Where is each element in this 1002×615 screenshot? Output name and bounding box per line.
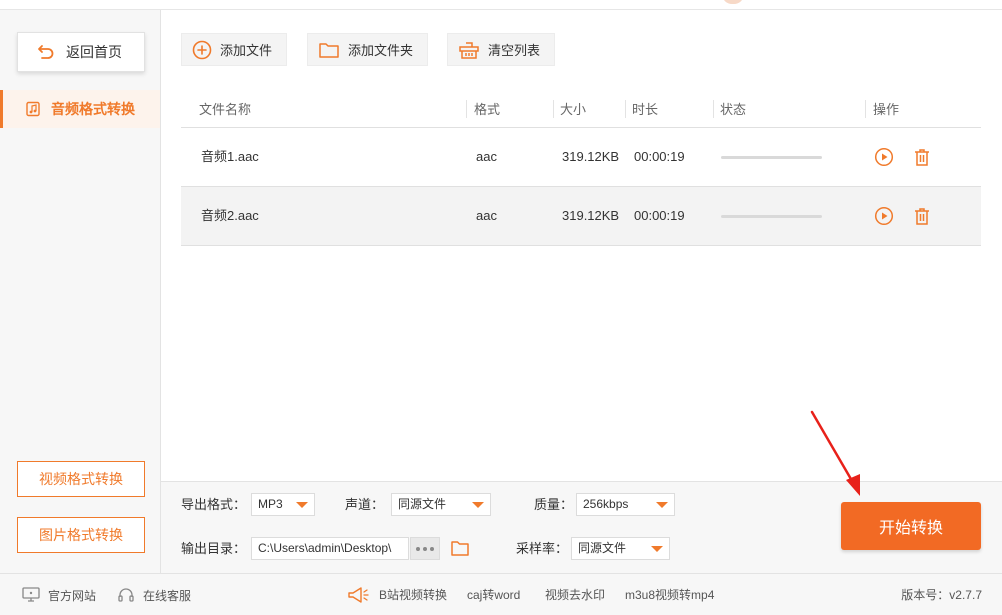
column-header-format: 格式: [474, 102, 501, 117]
file-size: 319.12KB: [562, 149, 620, 164]
promo-link-bilibili[interactable]: B站视频转换: [379, 574, 447, 615]
official-website-link[interactable]: 官方网站: [22, 574, 96, 615]
window-top-edge: [0, 0, 1002, 10]
output-dir-field[interactable]: C:\Users\admin\Desktop\: [251, 537, 409, 560]
table-row[interactable]: 音频1.aac aac 319.12KB 00:00:19: [181, 128, 981, 187]
file-format: aac: [476, 208, 497, 223]
file-name: 音频1.aac: [201, 149, 259, 164]
output-dir-label: 输出目录：: [181, 541, 247, 556]
browse-dir-button[interactable]: [410, 537, 440, 560]
channel-value: 同源文件: [398, 497, 447, 511]
video-convert-button[interactable]: 视频格式转换: [17, 461, 145, 497]
column-header-status: 状态: [720, 102, 747, 117]
image-convert-button[interactable]: 图片格式转换: [17, 517, 145, 553]
chevron-down-icon: [296, 502, 308, 508]
file-duration: 00:00:19: [634, 149, 685, 164]
play-icon[interactable]: [874, 206, 894, 226]
window-top-decoration: [722, 0, 744, 4]
trash-icon[interactable]: [912, 206, 932, 226]
column-divider[interactable]: [713, 100, 714, 118]
clear-list-button[interactable]: 清空列表: [447, 33, 556, 66]
column-divider[interactable]: [625, 100, 626, 118]
chevron-down-icon: [656, 502, 668, 508]
basket-icon: [459, 41, 479, 59]
quality-label: 质量：: [534, 497, 574, 512]
column-divider[interactable]: [466, 100, 467, 118]
sample-rate-value: 同源文件: [578, 541, 627, 555]
add-file-button[interactable]: 添加文件: [181, 33, 288, 66]
online-support-link[interactable]: 在线客服: [117, 574, 191, 615]
clear-list-label: 清空列表: [488, 43, 541, 58]
column-divider[interactable]: [865, 100, 866, 118]
chevron-down-icon: [651, 546, 663, 552]
sidebar-item-audio-convert[interactable]: 音频格式转换: [0, 90, 160, 128]
add-file-label: 添加文件: [220, 43, 273, 58]
monitor-icon: [22, 587, 40, 602]
column-header-name: 文件名称: [199, 102, 252, 117]
file-format: aac: [476, 149, 497, 164]
back-home-label: 返回首页: [66, 44, 122, 60]
channel-select[interactable]: 同源文件: [391, 493, 491, 516]
channel-label: 声道：: [345, 497, 385, 512]
footer-bar: 官方网站 在线客服 B站视频转换 caj转word 视频去水印 m3u8视频转m…: [0, 573, 1002, 615]
dot-icon: [430, 546, 434, 551]
add-folder-label: 添加文件夹: [348, 43, 414, 58]
official-website-label: 官方网站: [48, 588, 97, 603]
promo-link-m3u8[interactable]: m3u8视频转mp4: [625, 574, 714, 615]
online-support-label: 在线客服: [143, 588, 192, 603]
sidebar-item-label: 音频格式转换: [51, 101, 135, 117]
column-header-actions: 操作: [873, 102, 900, 117]
export-format-label: 导出格式：: [181, 497, 247, 512]
table-row[interactable]: 音频2.aac aac 319.12KB 00:00:19: [181, 187, 981, 246]
file-duration: 00:00:19: [634, 208, 685, 223]
export-format-value: MP3: [258, 497, 283, 511]
column-header-size: 大小: [560, 102, 587, 117]
promo-link-watermark[interactable]: 视频去水印: [545, 574, 605, 615]
back-home-button[interactable]: 返回首页: [17, 32, 145, 72]
file-table-header: 文件名称 格式 大小 时长 状态 操作: [181, 92, 981, 128]
column-header-duration: 时长: [632, 102, 659, 117]
megaphone-icon: [348, 587, 369, 603]
music-file-icon: [26, 101, 40, 117]
export-format-select[interactable]: MP3: [251, 493, 315, 516]
promo-link-caj[interactable]: caj转word: [467, 574, 520, 615]
start-convert-button[interactable]: 开始转换: [841, 502, 981, 550]
progress-bar: [721, 215, 822, 218]
headset-icon: [118, 588, 134, 602]
column-divider[interactable]: [553, 100, 554, 118]
dot-icon: [423, 546, 427, 551]
file-size: 319.12KB: [562, 208, 620, 223]
trash-icon[interactable]: [912, 147, 932, 167]
open-folder-icon[interactable]: [450, 538, 470, 558]
quality-select[interactable]: 256kbps: [576, 493, 675, 516]
folder-icon: [319, 42, 339, 58]
sidebar: 返回首页 音频格式转换 视频格式转换 图片格式转换: [0, 10, 161, 573]
annotation-arrow: [810, 410, 860, 496]
version-label: 版本号：v2.7.7: [901, 588, 982, 602]
quality-value: 256kbps: [583, 497, 629, 511]
play-icon[interactable]: [874, 147, 894, 167]
plus-circle-icon: [192, 40, 212, 59]
sample-rate-select[interactable]: 同源文件: [571, 537, 670, 560]
dot-icon: [416, 546, 420, 551]
add-folder-button[interactable]: 添加文件夹: [307, 33, 429, 66]
progress-bar: [721, 156, 822, 159]
undo-arrow-icon: [38, 45, 54, 59]
file-name: 音频2.aac: [201, 208, 259, 223]
sample-rate-label: 采样率：: [516, 541, 569, 556]
chevron-down-icon: [472, 502, 484, 508]
